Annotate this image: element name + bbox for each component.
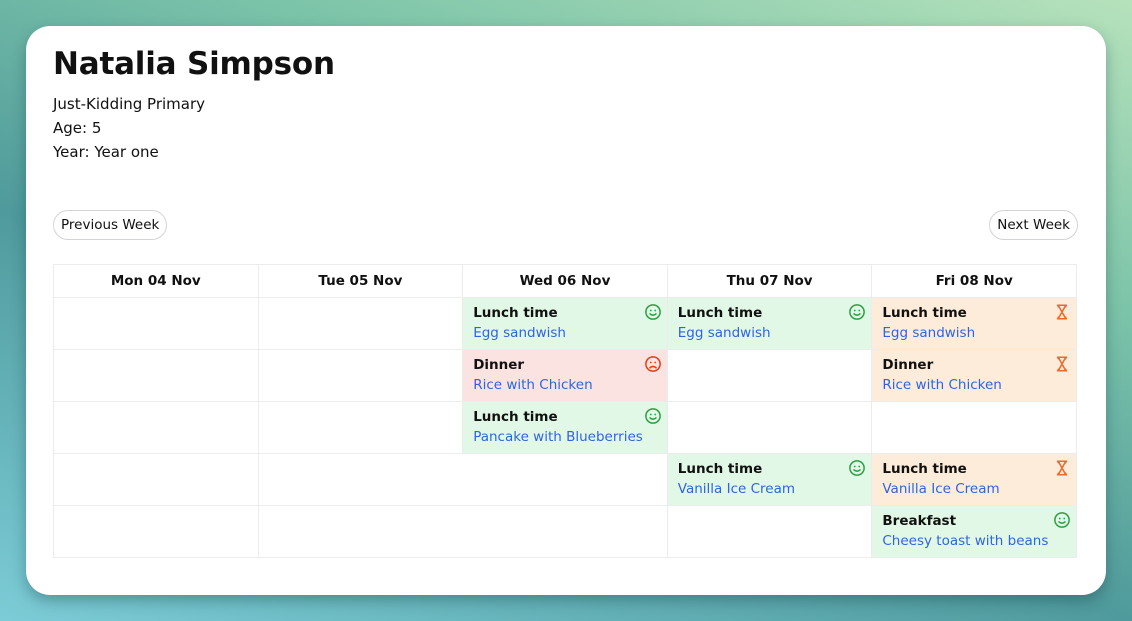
meal-dish-link[interactable]: Pancake with Blueberries: [473, 427, 657, 447]
hourglass-icon: [1053, 303, 1071, 321]
student-age: Age: 5: [53, 119, 102, 137]
meal-dish-link[interactable]: Egg sandwish: [882, 323, 1066, 343]
meal-type: Lunch time: [473, 409, 558, 425]
meal-entry[interactable]: Lunch time Egg sandwish: [463, 298, 667, 349]
empty-cell: [53, 349, 259, 402]
happy-face-icon: [848, 303, 866, 321]
day-header-mon: Mon 04 Nov: [53, 264, 259, 298]
happy-face-icon: [848, 459, 866, 477]
meal-entry[interactable]: Dinner Rice with Chicken: [463, 350, 667, 401]
meal-dish-link[interactable]: Cheesy toast with beans: [882, 531, 1066, 551]
day-header-thu: Thu 07 Nov: [666, 264, 873, 298]
empty-cell: [257, 349, 464, 402]
meal-cell[interactable]: Dinner Rice with Chicken: [462, 349, 668, 402]
hourglass-icon: [1053, 355, 1071, 373]
meal-cell[interactable]: Lunch time Vanilla Ice Cream: [871, 453, 1077, 506]
empty-cell: [871, 401, 1077, 454]
meal-cell[interactable]: Dinner Rice with Chicken: [871, 349, 1077, 402]
table-row: Lunch time Vanilla Ice Cream Lunch time …: [53, 453, 1077, 506]
empty-cell: [666, 505, 873, 558]
day-header-tue: Tue 05 Nov: [257, 264, 464, 298]
meal-type: Dinner: [473, 357, 525, 373]
meal-dish-link[interactable]: Egg sandwish: [473, 323, 657, 343]
meal-type: Lunch time: [882, 461, 967, 477]
table-row: Lunch time Pancake with Blueberries: [53, 401, 1077, 454]
empty-cell: [257, 401, 464, 454]
meal-entry[interactable]: Dinner Rice with Chicken: [872, 350, 1076, 401]
student-card: Natalia Simpson Just-Kidding Primary Age…: [26, 26, 1106, 595]
meal-type: Dinner: [882, 357, 934, 373]
empty-cell: [257, 297, 464, 350]
meal-type: Lunch time: [473, 305, 558, 321]
meal-type: Lunch time: [677, 461, 763, 477]
empty-cell: [53, 505, 259, 558]
school-name: Just-Kidding Primary: [53, 95, 206, 113]
student-info: Just-Kidding Primary Age: 5 Year: Year o…: [53, 92, 205, 164]
meal-cell[interactable]: Lunch time Pancake with Blueberries: [462, 401, 668, 454]
meal-dish-link[interactable]: Vanilla Ice Cream: [882, 479, 1066, 499]
table-row: Dinner Rice with Chicken Dinner Rice wit…: [53, 349, 1077, 402]
empty-cell: [257, 505, 668, 558]
empty-cell: [53, 401, 259, 454]
meal-cell[interactable]: Lunch time Egg sandwish: [871, 297, 1077, 350]
empty-cell: [53, 297, 259, 350]
empty-cell: [666, 349, 873, 402]
meal-cell[interactable]: Lunch time Egg sandwish: [462, 297, 668, 350]
meal-dish-link[interactable]: Egg sandwish: [678, 323, 862, 343]
happy-face-icon: [644, 407, 662, 425]
meal-entry[interactable]: Lunch time Vanilla Ice Cream: [667, 454, 872, 505]
student-year: Year: Year one: [53, 143, 159, 161]
day-header-fri: Fri 08 Nov: [871, 264, 1077, 298]
empty-cell: [53, 453, 259, 506]
meal-type: Lunch time: [677, 305, 763, 321]
hourglass-icon: [1053, 459, 1071, 477]
empty-cell: [257, 453, 668, 506]
meal-cell[interactable]: Lunch time Egg sandwish: [666, 297, 873, 350]
meal-cell[interactable]: Breakfast Cheesy toast with beans: [871, 505, 1077, 558]
table-row: Breakfast Cheesy toast with beans: [53, 505, 1077, 558]
happy-face-icon: [1053, 511, 1071, 529]
weekly-meal-table: Mon 04 Nov Tue 05 Nov Wed 06 Nov Thu 07 …: [53, 264, 1077, 558]
meal-entry[interactable]: Lunch time Egg sandwish: [667, 298, 872, 349]
meal-entry[interactable]: Lunch time Egg sandwish: [872, 298, 1076, 349]
day-header-wed: Wed 06 Nov: [462, 264, 668, 298]
meal-type: Breakfast: [882, 513, 957, 529]
next-week-button[interactable]: Next Week: [989, 210, 1078, 240]
previous-week-button[interactable]: Previous Week: [53, 210, 168, 240]
table-row: Lunch time Egg sandwish Lunch time Egg s…: [53, 297, 1077, 350]
meal-dish-link[interactable]: Rice with Chicken: [882, 375, 1066, 395]
meal-entry[interactable]: Lunch time Vanilla Ice Cream: [872, 454, 1076, 505]
happy-face-icon: [644, 303, 662, 321]
meal-type: Lunch time: [882, 305, 967, 321]
student-name: Natalia Simpson: [53, 46, 335, 82]
meal-dish-link[interactable]: Rice with Chicken: [473, 375, 657, 395]
empty-cell: [666, 401, 873, 454]
table-header-row: Mon 04 Nov Tue 05 Nov Wed 06 Nov Thu 07 …: [53, 264, 1077, 298]
meal-entry[interactable]: Breakfast Cheesy toast with beans: [872, 506, 1076, 557]
meal-dish-link[interactable]: Vanilla Ice Cream: [678, 479, 862, 499]
meal-cell[interactable]: Lunch time Vanilla Ice Cream: [666, 453, 873, 506]
meal-entry[interactable]: Lunch time Pancake with Blueberries: [463, 402, 667, 453]
sad-face-icon: [644, 355, 662, 373]
